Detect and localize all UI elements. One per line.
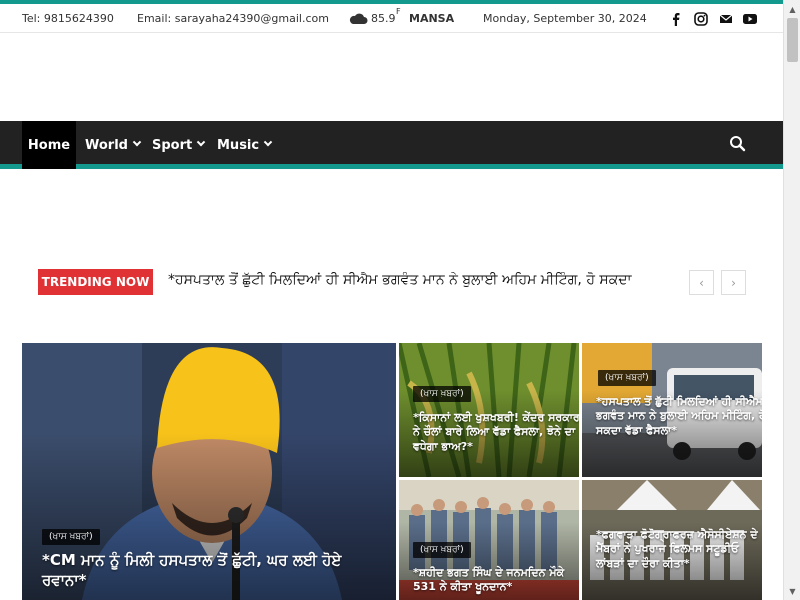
article-headline[interactable]: *ਕਿਸਾਨਾਂ ਲਈ ਖੁਸ਼ਖਬਰੀ! ਕੇਂਦਰ ਸਰਕਾਰ ਨੇ ਚੌਲ… (413, 411, 579, 454)
facebook-icon[interactable] (668, 11, 684, 27)
phone-number: Tel: 9815624390 (22, 12, 114, 25)
nav-world-label: World (85, 137, 128, 153)
chevron-down-icon (196, 137, 206, 147)
email-address: Email: sarayaha24390@gmail.com (137, 12, 329, 25)
main-navigation: Home World Sport Music (0, 121, 783, 169)
nav-sport[interactable]: Sport (152, 121, 206, 169)
youtube-icon[interactable] (742, 11, 758, 27)
mail-icon[interactable] (718, 11, 734, 27)
chevron-down-icon (132, 137, 142, 147)
category-tag[interactable]: (ਖਾਸ ਖ਼ਬਰਾਂ) (413, 386, 471, 402)
category-tag[interactable]: (ਖਾਸ ਖ਼ਬਰਾਂ) (42, 529, 100, 545)
weather-city: MANSA (409, 12, 455, 25)
article-headline[interactable]: *ਸ਼ਹੀਦ ਭਗਤ ਸਿੰਘ ਦੇ ਜਨਮਦਿਨ ਮੌਕੇ 531 ਨੇ ਕੀ… (413, 566, 579, 595)
article-headline[interactable]: *ਫਗਵਾੜਾ ਫੋਟੋਗ੍ਰਾਫਰਜ਼ ਐਸੋਸੀਏਸ਼ਨ ਦੇ ਮੈਂਬਰਾ… (596, 528, 762, 571)
nav-world[interactable]: World (85, 121, 142, 169)
featured-article-card[interactable]: (ਖਾਸ ਖ਼ਬਰਾਂ) *CM ਮਾਨ ਨੂੰ ਮਿਲੀ ਹਸਪਤਾਲ ਤੋਂ… (22, 343, 396, 600)
article-card[interactable]: (ਖਾਸ ਖ਼ਬਰਾਂ) *ਹਸਪਤਾਲ ਤੋਂ ਛੁੱਟੀ ਮਿਲਦਿਆਂ ਹ… (582, 343, 762, 477)
weather-unit: F (396, 7, 401, 16)
current-date: Monday, September 30, 2024 (483, 12, 647, 25)
nav-music-label: Music (217, 137, 260, 153)
article-card[interactable]: (ਖਾਸ ਖ਼ਬਰਾਂ) *ਕਿਸਾਨਾਂ ਲਈ ਖੁਸ਼ਖਬਰੀ! ਕੇਂਦਰ… (399, 343, 579, 477)
scroll-up-icon[interactable]: ▲ (787, 3, 798, 15)
vertical-scrollbar[interactable]: ▲ ▼ (783, 0, 800, 600)
article-headline[interactable]: *CM ਮਾਨ ਨੂੰ ਮਿਲੀ ਹਸਪਤਾਲ ਤੋਂ ਛੁੱਟੀ, ਘਰ ਲਈ… (42, 551, 362, 590)
trending-headline[interactable]: *ਹਸਪਤਾਲ ਤੋਂ ਛੁੱਟੀ ਮਿਲਦਿਆਂ ਹੀ ਸੀਐਮ ਭਗਵੰਤ … (168, 272, 668, 288)
page: Tel: 9815624390 Email: sarayaha24390@gma… (0, 0, 800, 600)
trending-next-button[interactable]: › (721, 270, 746, 295)
article-card[interactable]: (ਖਾਸ ਖ਼ਬਰਾਂ) *ਸ਼ਹੀਦ ਭਗਤ ਸਿੰਘ ਦੇ ਜਨਮਦਿਨ ਮ… (399, 480, 579, 600)
category-tag[interactable]: (ਖਾਸ ਖ਼ਬਰਾਂ) (598, 370, 656, 386)
scroll-down-icon[interactable]: ▼ (787, 585, 798, 597)
search-icon[interactable] (728, 134, 748, 154)
category-tag[interactable]: (ਖਾਸ ਖ਼ਬਰਾਂ) (413, 542, 471, 558)
article-card[interactable]: *ਫਗਵਾੜਾ ਫੋਟੋਗ੍ਰਾਫਰਜ਼ ਐਸੋਸੀਏਸ਼ਨ ਦੇ ਮੈਂਬਰਾ… (582, 480, 762, 600)
chevron-down-icon (263, 137, 273, 147)
nav-music[interactable]: Music (217, 121, 273, 169)
image-overlay (399, 343, 579, 477)
trending-prev-button[interactable]: ‹ (689, 270, 714, 295)
nav-home[interactable]: Home (22, 121, 76, 169)
weather-temperature: 85.9 (371, 12, 396, 25)
nav-sport-label: Sport (152, 137, 193, 153)
cloud-icon (349, 13, 368, 24)
instagram-icon[interactable] (693, 11, 709, 27)
top-bar: Tel: 9815624390 Email: sarayaha24390@gma… (0, 4, 783, 33)
trending-now-badge: TRENDING NOW (38, 269, 153, 295)
article-headline[interactable]: *ਹਸਪਤਾਲ ਤੋਂ ਛੁੱਟੀ ਮਿਲਦਿਆਂ ਹੀ ਸੀਐਮ ਭਗਵੰਤ … (596, 395, 762, 438)
scroll-thumb[interactable] (787, 18, 798, 62)
nav-home-label: Home (27, 137, 71, 153)
